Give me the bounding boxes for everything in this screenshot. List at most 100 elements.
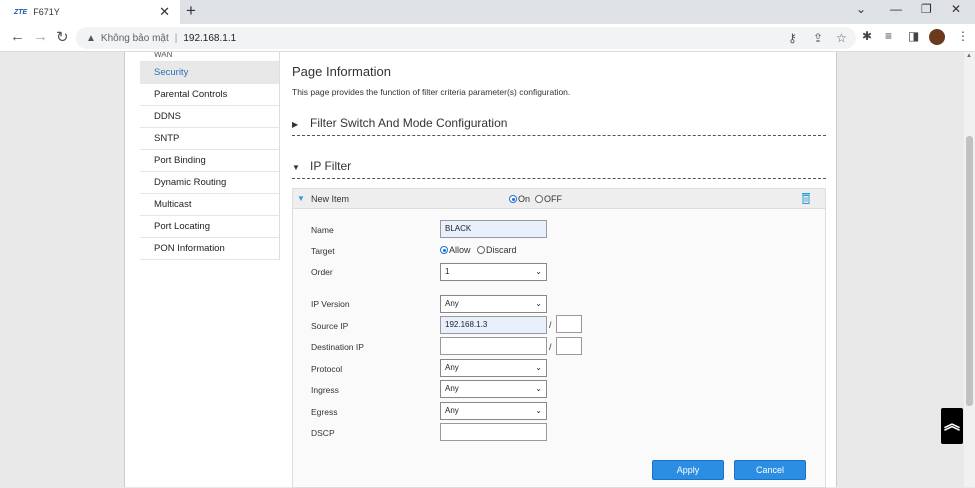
bookmark-star-icon[interactable]: ☆ (836, 31, 847, 45)
page-description: This page provides the function of filte… (292, 87, 571, 97)
allow-label: Allow (449, 245, 471, 255)
order-selected-value: 1 (445, 267, 450, 276)
browser-tab-bar: ZTE F671Y ✕ + ⌄ — ❐ ✕ (0, 0, 975, 24)
forward-icon[interactable]: → (33, 28, 48, 45)
target-radio-group: Allow Discard (440, 245, 517, 255)
new-item-panel: ▼ New Item On OFF Name BLACK Target Allo… (292, 188, 826, 488)
sidebar-item-sntp[interactable]: SNTP (140, 128, 280, 150)
restore-icon[interactable]: ❐ (921, 2, 932, 16)
new-item-title: New Item (311, 194, 350, 204)
destination-ip-mask-input[interactable] (556, 337, 582, 355)
chevron-down-icon: ⌄ (535, 406, 542, 415)
side-panel-icon[interactable]: ◨ (908, 29, 919, 43)
ip-version-label: IP Version (311, 299, 350, 309)
discard-radio[interactable] (477, 246, 486, 254)
chevron-down-icon: ⌄ (535, 363, 542, 372)
target-label: Target (311, 246, 335, 256)
key-icon[interactable]: ⚷ (788, 31, 797, 45)
page-scrollbar[interactable]: ▲ (964, 52, 975, 487)
close-tab-icon[interactable]: ✕ (159, 4, 170, 20)
sidebar-item-port-locating[interactable]: Port Locating (140, 216, 280, 238)
chevron-down-icon: ⌄ (535, 267, 542, 276)
ip-filter-section-title: IP Filter (310, 159, 352, 173)
url-text[interactable]: 192.168.1.1 (183, 33, 236, 44)
item-on-off-toggle: On OFF (509, 194, 562, 204)
back-icon[interactable]: ← (10, 28, 25, 45)
page-viewport: WAN Security Parental Controls DDNS SNTP… (0, 52, 964, 488)
off-label: OFF (544, 194, 563, 204)
address-bar: ← → ↻ ▲ Không bảo mật | 192.168.1.1 ⚷ ⇪ … (0, 24, 975, 52)
new-item-header[interactable]: ▼ New Item On OFF (293, 189, 825, 209)
protocol-selected-value: Any (445, 363, 459, 372)
zte-logo-icon: ZTE (14, 8, 28, 16)
off-radio[interactable] (535, 195, 544, 203)
tab-title: F671Y (33, 7, 60, 17)
page-title: Page Information (292, 64, 392, 79)
back-to-top-button[interactable]: ︽ (941, 408, 963, 444)
egress-selected-value: Any (445, 406, 459, 415)
reload-icon[interactable]: ↻ (56, 28, 69, 46)
allow-radio[interactable] (440, 246, 448, 254)
source-ip-input[interactable]: 192.168.1.3 (440, 316, 547, 334)
scroll-up-arrow-icon[interactable]: ▲ (966, 53, 972, 59)
protocol-select[interactable]: Any ⌄ (440, 359, 547, 377)
dscp-label: DSCP (311, 428, 335, 438)
ip-version-select[interactable]: Any ⌄ (440, 295, 547, 313)
omnibox[interactable]: ▲ Không bảo mật | 192.168.1.1 ⚷ ⇪ ☆ (76, 27, 856, 49)
close-window-icon[interactable]: ✕ (951, 2, 961, 16)
sidebar-item-parental-controls[interactable]: Parental Controls (140, 84, 280, 106)
source-ip-slash: / (549, 320, 552, 330)
cancel-button[interactable]: Cancel (734, 460, 806, 480)
side-menu: WAN Security Parental Controls DDNS SNTP… (140, 52, 280, 260)
order-label: Order (311, 267, 333, 277)
sidebar-item-multicast[interactable]: Multicast (140, 194, 280, 216)
double-chevron-up-icon: ︽ (943, 416, 960, 433)
ingress-selected-value: Any (445, 384, 459, 393)
filter-switch-section-header[interactable]: ▶ Filter Switch And Mode Configuration (292, 116, 826, 136)
expanded-triangle-icon: ▼ (292, 163, 300, 172)
sidebar-item-wan[interactable]: WAN (140, 52, 280, 62)
on-radio[interactable] (509, 195, 517, 203)
ingress-label: Ingress (311, 385, 339, 395)
tab-search-icon[interactable]: ⌄ (856, 2, 866, 16)
collapsed-triangle-icon: ▶ (292, 120, 299, 129)
chevron-down-icon: ⌄ (535, 299, 542, 308)
minimize-icon[interactable]: — (890, 2, 902, 16)
source-ip-mask-input[interactable] (556, 315, 582, 333)
chevron-down-icon: ⌄ (535, 384, 542, 393)
browser-tab[interactable]: ZTE F671Y ✕ (0, 0, 180, 24)
new-tab-button[interactable]: + (186, 1, 196, 21)
sidebar-item-ddns[interactable]: DDNS (140, 106, 280, 128)
protocol-label: Protocol (311, 364, 343, 374)
expand-caret-icon[interactable]: ▼ (297, 194, 305, 203)
profile-avatar[interactable] (929, 29, 945, 45)
sidebar-item-port-binding[interactable]: Port Binding (140, 150, 280, 172)
trash-icon[interactable] (801, 193, 811, 204)
dscp-input[interactable] (440, 423, 547, 441)
destination-ip-label: Destination IP (311, 342, 364, 352)
warning-icon[interactable]: ▲ (86, 33, 96, 44)
sidebar-item-security[interactable]: Security (140, 62, 280, 84)
destination-ip-input[interactable] (440, 337, 547, 355)
source-ip-label: Source IP (311, 321, 349, 331)
name-input[interactable]: BLACK (440, 220, 547, 238)
filter-switch-section-title: Filter Switch And Mode Configuration (310, 116, 508, 130)
on-label: On (518, 194, 531, 204)
egress-select[interactable]: Any ⌄ (440, 402, 547, 420)
order-select[interactable]: 1 ⌄ (440, 263, 547, 281)
reading-list-icon[interactable]: ≡ (885, 29, 892, 43)
apply-button[interactable]: Apply (652, 460, 724, 480)
extensions-icon[interactable]: ✱ (862, 29, 872, 43)
share-icon[interactable]: ⇪ (813, 31, 823, 45)
egress-label: Egress (311, 407, 338, 417)
discard-label: Discard (486, 245, 517, 255)
security-status[interactable]: Không bảo mật (101, 33, 169, 44)
ingress-select[interactable]: Any ⌄ (440, 380, 547, 398)
scroll-thumb[interactable] (966, 136, 973, 406)
sidebar-item-dynamic-routing[interactable]: Dynamic Routing (140, 172, 280, 194)
menu-kebab-icon[interactable]: ⋮ (957, 29, 969, 43)
ip-version-selected-value: Any (445, 299, 459, 308)
sidebar-item-pon-information[interactable]: PON Information (140, 238, 280, 260)
ip-filter-section-header[interactable]: ▼ IP Filter (292, 159, 826, 179)
destination-ip-slash: / (549, 342, 552, 352)
